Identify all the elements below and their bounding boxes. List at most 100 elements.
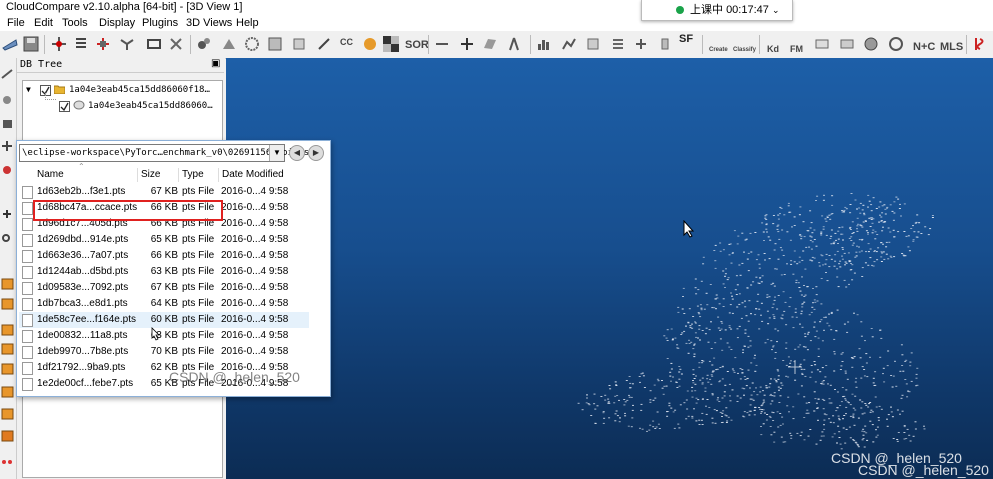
menu-3d-views[interactable]: 3D Views — [186, 16, 232, 30]
plane-icon[interactable] — [482, 36, 498, 52]
file-row[interactable]: 1deb9970...7b8e.pts 70 KB pts File 2016-0..… — [19, 344, 309, 360]
cube-right-icon[interactable] — [1, 343, 14, 355]
bar-icon[interactable] — [657, 36, 673, 52]
3d-view[interactable]: CSDN @_helen_520 CSDN @_helen_520 — [226, 58, 993, 479]
pointer-icon[interactable] — [1, 140, 14, 152]
cloud-icon[interactable] — [888, 36, 904, 52]
list-icon[interactable] — [73, 36, 89, 52]
column-name[interactable]: Name — [37, 169, 64, 181]
filter-icon[interactable] — [585, 36, 601, 52]
menu-plugins[interactable]: Plugins — [142, 16, 178, 30]
file-name: 1de58c7ee...f164e.pts — [37, 314, 136, 325]
sf-label[interactable]: SF — [679, 34, 693, 45]
file-row[interactable]: 1d1244ab...d5bd.pts 63 KB pts File 2016-0..… — [19, 264, 309, 280]
normals-icon[interactable] — [221, 36, 237, 52]
nc-label[interactable]: N+C — [913, 42, 935, 53]
sor-label[interactable]: SOR — [405, 40, 429, 51]
save-icon[interactable] — [23, 36, 39, 52]
cc-label[interactable]: CC — [340, 37, 353, 47]
translate-icon[interactable] — [119, 36, 135, 52]
cube-bottom-icon[interactable] — [1, 386, 14, 398]
file-date: 2016-0...4 9:58 — [221, 250, 289, 261]
stats-icon[interactable] — [561, 36, 577, 52]
column-divider[interactable] — [218, 168, 219, 182]
column-divider[interactable] — [137, 168, 138, 182]
view-icon[interactable] — [1, 68, 14, 80]
mls-label[interactable]: MLS — [940, 42, 963, 53]
clone-icon[interactable] — [316, 36, 332, 52]
file-size: 63 KB — [150, 266, 178, 277]
menu-tools[interactable]: Tools — [62, 16, 88, 30]
column-date[interactable]: Date Modified — [222, 169, 284, 181]
chevron-down-icon[interactable]: ▼ — [269, 145, 284, 161]
column-size[interactable]: Size — [141, 169, 160, 181]
file-row[interactable]: 1d09583e...7092.pts 67 KB pts File 2016-0..… — [19, 280, 309, 296]
class-timer-widget[interactable]: 上课中 00:17:47 ⌄ — [641, 0, 793, 21]
iso2-icon[interactable] — [1, 430, 14, 442]
child-node-label[interactable]: 1a04e3eab45ca15dd86060… — [88, 100, 213, 112]
sphere-icon[interactable] — [863, 36, 879, 52]
point-icon[interactable] — [459, 36, 475, 52]
child-checkbox[interactable] — [59, 101, 70, 112]
file-row[interactable]: 1de00832...11a8.pts 63 KB pts File 2016-0..… — [19, 328, 309, 344]
pivot-icon[interactable] — [1, 164, 14, 176]
path-combobox[interactable]: \eclipse-workspace\PyTorc…enchmark_v0\02… — [19, 144, 309, 162]
sample-icon[interactable] — [196, 36, 212, 52]
forward-icon[interactable]: ▶ — [308, 145, 324, 161]
histogram-icon[interactable] — [536, 36, 552, 52]
file-size: 66 KB — [150, 250, 178, 261]
menu-edit[interactable]: Edit — [34, 16, 53, 30]
cube-back-icon[interactable] — [1, 298, 14, 310]
checker-icon[interactable] — [383, 36, 399, 52]
density-icon[interactable] — [267, 36, 283, 52]
menu-file[interactable]: File — [7, 16, 25, 30]
file-row[interactable]: 1d269dbd...914e.pts 65 KB pts File 2016-0..… — [19, 232, 309, 248]
dots-icon[interactable] — [1, 456, 14, 468]
column-type[interactable]: Type — [182, 169, 204, 181]
highlight-box — [33, 200, 223, 221]
sf-list-icon[interactable] — [610, 36, 626, 52]
file-type: pts File — [182, 282, 215, 293]
file-type: pts File — [182, 186, 215, 197]
cube-top-icon[interactable] — [1, 363, 14, 375]
menu-help[interactable]: Help — [236, 16, 259, 30]
canupo-classify-label[interactable]: Classify — [733, 45, 756, 55]
plugin-icon[interactable] — [814, 36, 830, 52]
plugin2-icon[interactable] — [839, 36, 855, 52]
rotate-icon[interactable] — [1, 208, 14, 220]
fit-icon[interactable] — [506, 36, 522, 52]
file-row[interactable]: 1de58c7ee...f164e.pts 60 KB pts File 2016-0… — [19, 312, 309, 328]
transform-icon[interactable] — [95, 36, 111, 52]
left-toolbar — [0, 58, 17, 479]
canupo-create-label[interactable]: Create — [709, 45, 728, 55]
scale-icon[interactable] — [1, 118, 14, 130]
undock-icon[interactable]: ▣ — [211, 58, 220, 69]
cube-left-icon[interactable] — [1, 324, 14, 336]
grid-icon[interactable] — [244, 36, 260, 52]
root-node-label[interactable]: 1a04e3eab45ca15dd86060f18… — [69, 84, 210, 96]
move-icon[interactable] — [51, 36, 67, 52]
file-row[interactable]: 1db7bca3...e8d1.pts 64 KB pts File 2016-0..… — [19, 296, 309, 312]
light-icon[interactable] — [1, 94, 14, 106]
crop-icon[interactable] — [291, 36, 307, 52]
file-size: 70 KB — [150, 346, 178, 357]
file-row[interactable]: 1d63eb2b...f3e1.pts 67 KB pts File 2016-0..… — [19, 184, 309, 200]
segment-icon[interactable] — [146, 36, 162, 52]
open-icon[interactable] — [2, 36, 18, 52]
column-divider[interactable] — [178, 168, 179, 182]
menu-display[interactable]: Display — [99, 16, 135, 30]
pick-icon[interactable] — [434, 36, 450, 52]
fm-label[interactable]: FM — [790, 44, 803, 54]
zoom-icon[interactable] — [1, 233, 14, 245]
add-icon[interactable] — [633, 36, 649, 52]
cube-front-icon[interactable] — [1, 278, 14, 290]
iso-icon[interactable] — [1, 408, 14, 420]
kd-label[interactable]: Kd — [767, 44, 779, 54]
expand-arrow-icon[interactable]: ▼ — [26, 84, 31, 96]
file-row[interactable]: 1d663e36...7a07.pts 66 KB pts File 2016-0..… — [19, 248, 309, 264]
s-icon[interactable] — [972, 36, 988, 52]
delete-icon[interactable] — [168, 36, 184, 52]
compare-icon[interactable] — [362, 36, 378, 52]
back-icon[interactable]: ◀ — [289, 145, 305, 161]
cloud-icon — [73, 100, 85, 114]
